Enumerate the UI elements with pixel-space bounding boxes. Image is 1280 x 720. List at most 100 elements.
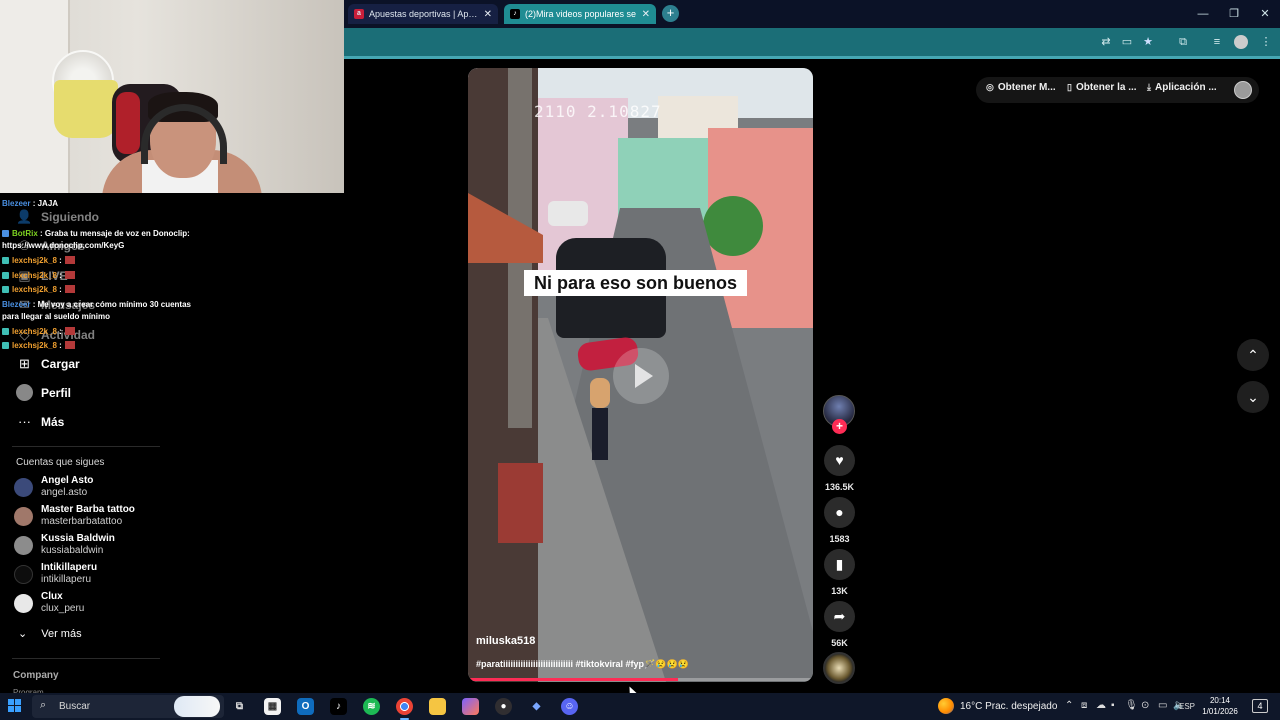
- extensions-icon[interactable]: ⧉: [1176, 35, 1190, 49]
- reading-list-icon[interactable]: ≡: [1210, 35, 1224, 49]
- copilot-icon[interactable]: [462, 698, 479, 715]
- bot-badge-icon: [2, 230, 9, 237]
- screen: a Apuestas deportivas | Apuesta ✕ ♪ (2)M…: [0, 0, 1280, 720]
- footer-company-link[interactable]: Company: [13, 670, 59, 681]
- emote-icon: [64, 285, 75, 293]
- tray-app-icon[interactable]: ☁: [1096, 700, 1106, 711]
- bookmark-star-icon[interactable]: ★: [1141, 35, 1155, 49]
- minimize-icon[interactable]: —: [1187, 0, 1219, 28]
- video-progress-bar[interactable]: [468, 678, 813, 681]
- chat-message: https://www.donoclip.com/KeyG: [2, 240, 124, 252]
- account-name: Kussia Baldwin: [41, 533, 115, 544]
- chat-message: Blezeer : Me voy a crear cómo mínimo 30 …: [2, 299, 191, 311]
- account-item[interactable]: Kussia Baldwin kussiabaldwin: [14, 533, 174, 561]
- like-button[interactable]: ♥: [824, 445, 855, 476]
- app-icon[interactable]: ◆: [528, 698, 545, 715]
- cam-chair-accent: [116, 92, 140, 154]
- tray-app-icon[interactable]: ▪: [1111, 700, 1115, 711]
- profile-avatar[interactable]: [1234, 81, 1252, 99]
- save-button[interactable]: ▮: [824, 549, 855, 580]
- next-video-button[interactable]: ⌄: [1237, 381, 1269, 413]
- upload-icon[interactable]: ⊞: [16, 355, 33, 372]
- chat-user: Blezeer: [2, 300, 31, 309]
- see-more-button[interactable]: ⌄ Ver más: [18, 627, 82, 640]
- browser-tab-tiktok[interactable]: ♪ (2)Mira videos populares se ✕: [504, 4, 656, 24]
- account-name: Intikillaperu: [41, 562, 98, 573]
- chat-user: lexchsj2k_8: [12, 271, 57, 280]
- browser-profile-icon[interactable]: [1234, 35, 1248, 49]
- tiktok-icon[interactable]: ♪: [330, 698, 347, 715]
- tray-app-icon[interactable]: ⧈: [1081, 700, 1087, 711]
- outlook-icon[interactable]: O: [297, 698, 314, 715]
- chat-message: lexchsj2k_8 :: [2, 326, 75, 338]
- weather-text[interactable]: 16°C Prac. despejado: [960, 701, 1057, 712]
- previous-video-button[interactable]: ⌃: [1237, 339, 1269, 371]
- weather-icon[interactable]: [938, 698, 954, 714]
- get-coins-button[interactable]: ◎ Obtener M...: [986, 82, 1056, 93]
- get-app-button[interactable]: ▯ Obtener la ...: [1067, 82, 1137, 93]
- sidebar-item-siguiendo[interactable]: Siguiendo: [41, 210, 99, 224]
- account-item[interactable]: Intikillaperu intikillaperu: [14, 562, 174, 590]
- browser-menu-icon[interactable]: ⋮: [1259, 35, 1273, 49]
- tab-favicon-icon: a: [354, 9, 364, 19]
- chat-text: : JAJA: [32, 199, 59, 208]
- new-tab-button[interactable]: +: [662, 5, 679, 22]
- more-icon[interactable]: ···: [16, 413, 33, 430]
- restore-icon[interactable]: ❐: [1218, 0, 1250, 28]
- translate-icon[interactable]: ⇄: [1099, 35, 1113, 49]
- language-indicator[interactable]: ESP: [1179, 702, 1195, 711]
- account-item[interactable]: Master Barba tattoo masterbarbatattoo: [14, 504, 174, 532]
- comment-button[interactable]: ●: [824, 497, 855, 528]
- taskbar-search[interactable]: ⌕ Buscar: [32, 695, 224, 718]
- follow-plus-icon[interactable]: +: [832, 419, 847, 434]
- emote-icon: [64, 256, 75, 264]
- following-icon[interactable]: 👤: [16, 208, 33, 225]
- account-handle: clux_peru: [41, 603, 85, 614]
- profile-icon[interactable]: [16, 384, 33, 401]
- browser-tab-apuestas[interactable]: a Apuestas deportivas | Apuesta ✕: [348, 4, 498, 24]
- emote-icon: [64, 327, 75, 335]
- video-progress-fill: [468, 678, 679, 681]
- account-item[interactable]: Angel Asto angel.asto: [14, 475, 174, 503]
- network-icon[interactable]: ▭: [1158, 700, 1167, 711]
- account-item[interactable]: Clux clux_peru: [14, 591, 174, 619]
- sidebar-item-cargar[interactable]: Cargar: [41, 357, 80, 371]
- chat-message: para llegar al sueldo mínimo: [2, 311, 110, 323]
- heart-icon: ♥: [835, 452, 844, 468]
- address-bar[interactable]: [344, 28, 1280, 56]
- chrome-icon[interactable]: [396, 698, 413, 720]
- sidebar-item-mas[interactable]: Más: [41, 415, 64, 429]
- store-icon[interactable]: ▦: [264, 698, 281, 715]
- share-button[interactable]: ➦: [824, 601, 855, 632]
- search-icon: ⌕: [40, 699, 47, 711]
- cast-icon[interactable]: ▭: [1120, 35, 1134, 49]
- windows-start-icon[interactable]: [8, 699, 22, 713]
- music-disc-icon[interactable]: [823, 652, 855, 684]
- like-count: 136.5K: [824, 482, 855, 492]
- chat-user: lexchsj2k_8: [12, 341, 57, 350]
- chat-user: Blezeer: [2, 199, 31, 208]
- play-icon[interactable]: [613, 348, 669, 404]
- obs-icon[interactable]: ●: [495, 698, 512, 715]
- microphone-icon[interactable]: 🎙: [1125, 700, 1138, 711]
- video-hashtags[interactable]: #paratiiiiiiiiiiiiiiiiiiiiiiiiiiii #tikt…: [476, 659, 689, 670]
- file-explorer-icon[interactable]: [429, 698, 446, 715]
- task-view-icon[interactable]: ⧉: [231, 698, 248, 715]
- close-window-icon[interactable]: ✕: [1249, 0, 1280, 28]
- tray-app-icon[interactable]: ⊙: [1141, 700, 1149, 711]
- sidebar-item-perfil[interactable]: Perfil: [41, 386, 71, 400]
- notification-icon[interactable]: 4: [1252, 699, 1268, 713]
- pill-label: Obtener M...: [997, 82, 1056, 93]
- tray-chevron-icon[interactable]: ⌃: [1065, 700, 1073, 711]
- avatar: [14, 478, 33, 497]
- close-tab-icon[interactable]: ✕: [484, 9, 492, 20]
- download-app-button[interactable]: ⤓ Aplicación ...: [1147, 82, 1217, 93]
- video-author[interactable]: miluska518: [476, 635, 535, 647]
- spotify-icon[interactable]: ≋: [363, 698, 380, 715]
- taskbar-clock[interactable]: 20:14 1/01/2026: [1199, 695, 1241, 717]
- video-player[interactable]: 2110 2.10827 Ni para eso son buenos milu…: [468, 68, 813, 682]
- chat-message: lexchsj2k_8 :: [2, 340, 75, 352]
- discord-icon[interactable]: ☺: [561, 698, 578, 715]
- close-tab-icon[interactable]: ✕: [642, 9, 650, 20]
- sub-badge-icon: [2, 257, 9, 264]
